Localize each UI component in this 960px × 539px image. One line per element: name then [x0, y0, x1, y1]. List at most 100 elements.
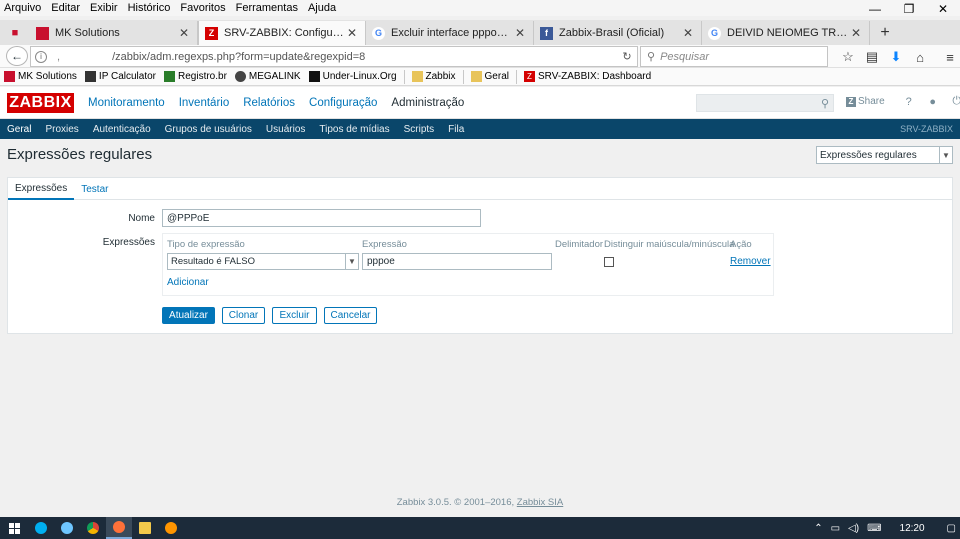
submenu-fila[interactable]: Fila: [441, 124, 471, 135]
pinned-icon: ■: [11, 27, 19, 39]
new-tab-button[interactable]: +: [870, 21, 900, 45]
bookmark-mk-solutions[interactable]: MK Solutions: [0, 71, 81, 82]
submenu-scripts[interactable]: Scripts: [397, 124, 442, 135]
tab-label: Excluir interface pppoe da ...: [391, 27, 513, 39]
tab-expressoes[interactable]: Expressões: [8, 178, 75, 200]
update-button[interactable]: Atualizar: [162, 307, 215, 324]
close-icon[interactable]: ✕: [345, 26, 359, 40]
minimize-button[interactable]: —: [858, 0, 892, 18]
submenu-proxies[interactable]: Proxies: [38, 124, 85, 135]
topmenu-monitoramento[interactable]: Monitoramento: [81, 97, 172, 109]
column-action: Ação: [730, 239, 752, 250]
back-button[interactable]: ←: [6, 46, 28, 66]
menu-ajuda[interactable]: Ajuda: [303, 2, 341, 14]
bookmark-registro-br[interactable]: Registro.br: [160, 71, 231, 82]
mk-icon: [4, 71, 15, 82]
expression-input[interactable]: pppoe: [362, 253, 552, 270]
close-icon[interactable]: ✕: [849, 26, 863, 40]
tab-scroll-back[interactable]: ■: [0, 21, 30, 45]
bookmark-megalink[interactable]: MEGALINK: [231, 71, 305, 82]
close-icon[interactable]: ✕: [681, 26, 695, 40]
menu-editar[interactable]: Editar: [46, 2, 85, 14]
menu-ferramentas[interactable]: Ferramentas: [231, 2, 303, 14]
topmenu-administracao[interactable]: Administração: [384, 97, 471, 109]
help-icon[interactable]: ?: [897, 96, 921, 108]
zabbix-search-input[interactable]: ⚲: [696, 94, 834, 112]
case-sensitive-checkbox[interactable]: [604, 257, 614, 267]
info-icon[interactable]: i: [35, 50, 47, 63]
tab-testar[interactable]: Testar: [74, 178, 115, 200]
close-window-button[interactable]: ✕: [926, 0, 960, 18]
browser-search-input[interactable]: ⚲ Pesquisar: [640, 46, 828, 67]
home-icon[interactable]: ⌂: [908, 47, 932, 67]
notifications-icon[interactable]: ▢: [943, 523, 960, 534]
star-icon[interactable]: ☆: [836, 47, 860, 67]
menu-exibir[interactable]: Exibir: [85, 2, 123, 14]
taskbar-file-explorer[interactable]: [132, 517, 158, 539]
form-tabs: Expressões Testar: [8, 178, 952, 200]
maximize-button[interactable]: ❐: [892, 0, 926, 18]
footer-text: Zabbix 3.0.5. © 2001–2016,: [396, 497, 515, 508]
regexp-form-panel: Expressões Testar Nome @PPPoE Expressões…: [7, 177, 953, 334]
clone-button[interactable]: Clonar: [222, 307, 265, 324]
logout-icon[interactable]: ⏻: [945, 95, 960, 108]
menu-historico[interactable]: Histórico: [123, 2, 176, 14]
footer-link[interactable]: Zabbix SIA: [517, 497, 563, 508]
taskbar-chrome[interactable]: [80, 517, 106, 539]
name-value: @PPPoE: [167, 212, 210, 224]
remove-expression-link[interactable]: Remover: [730, 256, 771, 267]
taskbar-skype[interactable]: [28, 517, 54, 539]
close-icon[interactable]: ✕: [177, 26, 191, 40]
expression-type-select[interactable]: Resultado é FALSO ▼: [167, 253, 359, 270]
page-type-select[interactable]: Expressões regulares ▼: [816, 146, 953, 164]
taskbar-chat[interactable]: [54, 517, 80, 539]
browser-tab-zabbix-brasil[interactable]: f Zabbix-Brasil (Oficial) ✕: [534, 21, 702, 45]
chevron-up-icon[interactable]: ⌃: [810, 523, 826, 534]
taskbar-firefox[interactable]: [106, 517, 132, 539]
topmenu-configuracao[interactable]: Configuração: [302, 97, 384, 109]
browser-tab-srv-zabbix[interactable]: Z SRV-ZABBIX: Configuraçã... ✕: [198, 21, 366, 45]
start-button[interactable]: [0, 517, 28, 539]
library-icon[interactable]: ▤: [860, 47, 884, 67]
bookmark-separator: [403, 69, 405, 84]
submenu-grupos-de-usuarios[interactable]: Grupos de usuários: [158, 124, 259, 135]
download-icon[interactable]: ⬇: [884, 47, 908, 67]
chat-icon: [61, 522, 73, 534]
add-expression-link[interactable]: Adicionar: [167, 277, 209, 288]
browser-tab-excluir-interface[interactable]: G Excluir interface pppoe da ... ✕: [366, 21, 534, 45]
browser-tab-deivid[interactable]: G DEIVID NEIOMEG TRASPA... ✕: [702, 21, 870, 45]
submenu-tipos-de-midias[interactable]: Tipos de mídias: [312, 124, 396, 135]
bookmark-folder-zabbix[interactable]: Zabbix: [408, 71, 460, 82]
user-profile-icon[interactable]: ●: [921, 96, 945, 108]
browser-menubar: Arquivo Editar Exibir Histórico Favorito…: [0, 0, 960, 16]
submenu-usuarios[interactable]: Usuários: [259, 124, 312, 135]
url-bar[interactable]: i , /zabbix/adm.regexps.php?form=update&…: [30, 46, 638, 67]
network-icon[interactable]: ▭: [827, 523, 844, 534]
topmenu-relatorios[interactable]: Relatórios: [236, 97, 302, 109]
delete-button[interactable]: Excluir: [272, 307, 317, 324]
close-icon[interactable]: ✕: [513, 26, 527, 40]
name-input[interactable]: @PPPoE: [162, 209, 481, 227]
reload-icon[interactable]: ↻: [617, 50, 637, 63]
bookmark-folder-geral[interactable]: Geral: [467, 71, 513, 82]
bookmark-srv-zabbix-dashboard[interactable]: Z SRV-ZABBIX: Dashboard: [520, 71, 655, 82]
share-button[interactable]: Z Share: [846, 96, 885, 107]
clock[interactable]: 12:20: [886, 523, 943, 534]
hamburger-menu-icon[interactable]: ≡: [938, 47, 960, 67]
topmenu-inventario[interactable]: Inventário: [172, 97, 237, 109]
submenu-geral[interactable]: Geral: [0, 124, 38, 135]
menu-favoritos[interactable]: Favoritos: [175, 2, 230, 14]
bookmark-ip-calculator[interactable]: IP Calculator: [81, 71, 160, 82]
taskbar-firefox-dev[interactable]: [158, 517, 184, 539]
menu-arquivo[interactable]: Arquivo: [0, 2, 46, 14]
expression-type-value: Resultado é FALSO: [171, 256, 255, 267]
zabbix-logo[interactable]: ZABBIX: [7, 92, 74, 113]
windows-logo-icon: [8, 522, 20, 534]
submenu-autenticacao[interactable]: Autenticação: [86, 124, 158, 135]
cancel-button[interactable]: Cancelar: [324, 307, 377, 324]
volume-icon[interactable]: ◁): [844, 523, 863, 534]
system-tray: ⌃ ▭ ◁) ⌨ 12:20 ▢: [810, 517, 960, 539]
bookmark-under-linux[interactable]: Under-Linux.Org: [305, 71, 401, 82]
keyboard-icon[interactable]: ⌨: [863, 523, 885, 534]
browser-tab-mk-solutions[interactable]: MK Solutions ✕: [30, 21, 198, 45]
